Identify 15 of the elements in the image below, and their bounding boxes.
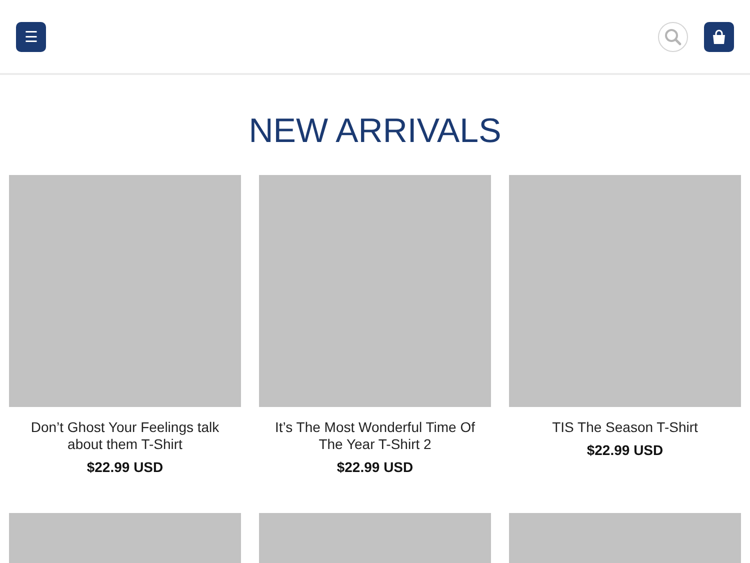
product-price: $22.99 USD (336, 459, 414, 475)
menu-button[interactable]: ☰ (16, 22, 46, 52)
product-price: $22.99 USD (586, 442, 664, 458)
product-name[interactable]: It’s The Most Wonderful Time Of The Year T-Shirt 2 (275, 419, 475, 453)
cart-button[interactable] (704, 22, 734, 52)
section-title: NEW ARRIVALS (248, 111, 502, 151)
product-price: $22.99 USD (86, 459, 164, 475)
image-placeholder[interactable] (9, 175, 241, 407)
product-name[interactable]: Don’t Ghost Your Feelings talk about them T-Shirt (25, 419, 225, 453)
search-button[interactable] (658, 22, 688, 52)
image-placeholder[interactable] (259, 175, 491, 407)
shopping-bag-icon (711, 28, 727, 44)
product-name[interactable]: TIS The Season T-Shirt (525, 419, 725, 436)
image-placeholder[interactable] (509, 175, 741, 407)
search-icon (664, 28, 682, 46)
